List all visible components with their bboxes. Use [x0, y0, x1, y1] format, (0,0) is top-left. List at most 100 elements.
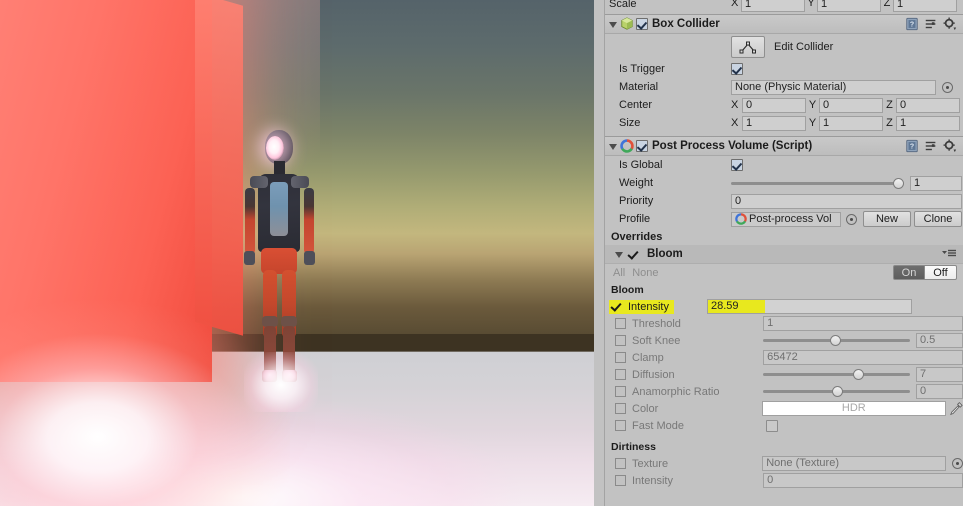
- weight-slider-knob[interactable]: [893, 177, 904, 189]
- box-collider-title: Box Collider: [652, 18, 720, 30]
- profile-clone-button[interactable]: Clone: [914, 211, 962, 227]
- fast-mode-override-checkbox[interactable]: [615, 420, 626, 431]
- dirtiness-intensity-field[interactable]: 0: [763, 473, 963, 488]
- eyedropper-icon[interactable]: [949, 401, 963, 416]
- dirtiness-intensity-override-checkbox[interactable]: [615, 475, 626, 486]
- threshold-label: Threshold: [632, 317, 681, 330]
- preset-icon[interactable]: [924, 139, 938, 153]
- profile-picker-icon[interactable]: [846, 213, 857, 225]
- profile-object-field[interactable]: Post-process Vol: [731, 211, 841, 227]
- threshold-override-checkbox[interactable]: [615, 318, 626, 329]
- is-trigger-checkbox[interactable]: [731, 63, 743, 75]
- dirtiness-texture-field[interactable]: None (Texture): [762, 456, 946, 471]
- bloom-param-soft-knee-row: Soft Knee 0.5: [605, 332, 963, 349]
- bloom-effect-header[interactable]: Bloom: [605, 245, 963, 264]
- diffusion-slider-track: [763, 373, 910, 376]
- center-z-field[interactable]: 0: [896, 97, 960, 113]
- weight-value-field[interactable]: 1: [910, 175, 962, 191]
- bloom-param-clamp-row: Clamp 65472: [605, 349, 963, 366]
- size-x-field[interactable]: 1: [742, 115, 806, 131]
- color-hdr-field[interactable]: HDR: [762, 401, 946, 416]
- chevron-down-icon[interactable]: [609, 22, 617, 28]
- anamorphic-ratio-slider-knob[interactable]: [832, 386, 844, 397]
- post-process-volume-header[interactable]: Post Process Volume (Script) ?: [605, 136, 963, 156]
- bloom-toggle-off[interactable]: Off: [925, 265, 957, 280]
- bloom-none-button[interactable]: None: [632, 267, 658, 279]
- priority-value-field[interactable]: 0: [731, 193, 962, 209]
- box-collider-header[interactable]: Box Collider ?: [605, 14, 963, 34]
- dirtiness-texture-override-checkbox[interactable]: [615, 458, 626, 469]
- bloom-all-button[interactable]: All: [613, 267, 625, 279]
- gear-icon[interactable]: [943, 139, 957, 153]
- gear-icon[interactable]: [943, 17, 957, 31]
- anamorphic-ratio-value-field[interactable]: 0: [915, 384, 963, 399]
- diffusion-slider-knob[interactable]: [853, 369, 865, 380]
- soft-knee-value-field[interactable]: 0.5: [915, 333, 963, 348]
- profile-row: Profile Post-process Vol New Clone: [605, 210, 963, 228]
- box-collider-enabled-checkbox[interactable]: [636, 18, 648, 30]
- soft-knee-slider[interactable]: [763, 334, 910, 348]
- fast-mode-label: Fast Mode: [632, 419, 684, 432]
- clamp-value-field[interactable]: 65472: [763, 350, 963, 365]
- size-z-axis: Z: [886, 117, 893, 129]
- bloom-effect-title: Bloom: [647, 248, 683, 260]
- post-process-volume-icon: [620, 139, 634, 153]
- material-picker-icon[interactable]: [942, 81, 953, 93]
- soft-knee-override-checkbox[interactable]: [615, 335, 626, 346]
- dirtiness-intensity-label: Intensity: [632, 474, 673, 487]
- scale-z-field[interactable]: 1: [893, 0, 957, 12]
- diffusion-slider[interactable]: [763, 368, 910, 382]
- weight-slider[interactable]: [731, 176, 904, 190]
- bloom-context-menu-button[interactable]: [941, 248, 963, 261]
- is-global-row: Is Global: [605, 156, 963, 174]
- threshold-value-field[interactable]: 1: [763, 316, 963, 331]
- svg-text:?: ?: [910, 144, 914, 151]
- soft-knee-slider-knob[interactable]: [830, 335, 842, 346]
- inspector-left-gutter: [594, 0, 605, 506]
- post-process-volume-title: Post Process Volume (Script): [652, 140, 813, 152]
- bloom-toggle-on[interactable]: On: [893, 265, 925, 280]
- intensity-value-text: 28.59: [707, 300, 765, 313]
- profile-value-text: Post-process Vol: [749, 212, 832, 225]
- bloom-onoff-toggle[interactable]: On Off: [893, 265, 963, 280]
- is-global-checkbox[interactable]: [731, 159, 743, 171]
- chevron-down-icon[interactable]: [615, 252, 623, 258]
- clamp-override-checkbox[interactable]: [615, 352, 626, 363]
- diffusion-override-checkbox[interactable]: [615, 369, 626, 380]
- is-global-label: Is Global: [619, 159, 663, 171]
- chevron-down-icon[interactable]: [609, 144, 617, 150]
- anamorphic-ratio-override-checkbox[interactable]: [615, 386, 626, 397]
- center-x-axis: X: [731, 99, 739, 111]
- profile-new-button[interactable]: New: [863, 211, 911, 227]
- size-z-field[interactable]: 1: [896, 115, 960, 131]
- anamorphic-ratio-slider[interactable]: [763, 385, 910, 399]
- help-icon[interactable]: ?: [905, 139, 919, 153]
- game-view[interactable]: [0, 0, 594, 506]
- intensity-override-checkbox[interactable]: [611, 301, 622, 312]
- transform-scale-row: Scale X 1 Y 1 Z 1: [605, 0, 963, 14]
- scale-y-axis: Y: [807, 0, 815, 9]
- scale-y-field[interactable]: 1: [817, 0, 881, 12]
- edit-collider-label: Edit Collider: [774, 41, 834, 53]
- soft-knee-label: Soft Knee: [632, 334, 681, 347]
- size-y-field[interactable]: 1: [819, 115, 883, 131]
- post-process-volume-enabled-checkbox[interactable]: [636, 140, 648, 152]
- material-object-field[interactable]: None (Physic Material): [731, 79, 936, 95]
- diffusion-value-field[interactable]: 7: [915, 367, 963, 382]
- preset-icon[interactable]: [924, 17, 938, 31]
- fast-mode-checkbox[interactable]: [766, 419, 778, 432]
- bloom-enabled-checkbox[interactable]: [628, 249, 639, 260]
- dirtiness-texture-picker-icon[interactable]: [952, 458, 963, 469]
- scale-x-field[interactable]: 1: [741, 0, 805, 12]
- color-override-checkbox[interactable]: [615, 403, 626, 414]
- inspector-panel: Scale X 1 Y 1 Z 1 Box Collider ? Edit Co…: [594, 0, 963, 506]
- center-z-axis: Z: [886, 99, 893, 111]
- robot-arm-left: [245, 188, 255, 254]
- intensity-value-field[interactable]: 28.59: [706, 299, 912, 314]
- weight-slider-track: [731, 181, 904, 185]
- center-y-field[interactable]: 0: [819, 97, 883, 113]
- anamorphic-ratio-label: Anamorphic Ratio: [632, 385, 720, 398]
- help-icon[interactable]: ?: [905, 17, 919, 31]
- edit-collider-button[interactable]: [731, 36, 765, 58]
- center-x-field[interactable]: 0: [742, 97, 806, 113]
